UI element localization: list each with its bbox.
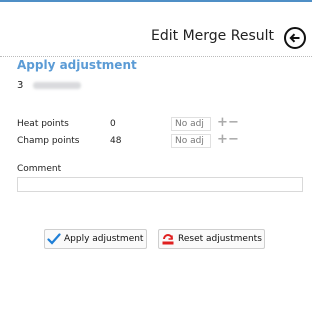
heat-points-adjust-input[interactable]: No adj	[171, 117, 211, 131]
header-divider	[0, 56, 312, 57]
apply-adjustment-label: Apply adjustment	[64, 234, 144, 244]
record-line: 3	[17, 80, 82, 91]
minus-icon[interactable]: −	[228, 116, 239, 129]
page-title: Edit Merge Result	[151, 28, 274, 44]
champ-points-label: Champ points	[17, 136, 80, 146]
plus-icon[interactable]: +	[217, 133, 228, 146]
apply-adjustment-button[interactable]: Apply adjustment	[44, 229, 147, 249]
back-button[interactable]	[284, 27, 306, 49]
champ-points-adjust-input[interactable]: No adj	[171, 134, 211, 148]
reset-adjustments-label: Reset adjustments	[178, 234, 262, 244]
reset-icon	[161, 231, 175, 247]
heat-points-label: Heat points	[17, 119, 69, 129]
champ-points-value: 48	[110, 136, 122, 146]
comment-label: Comment	[17, 164, 62, 174]
header: Edit Merge Result	[0, 24, 312, 52]
top-accent-line	[0, 0, 312, 2]
plus-icon[interactable]: +	[217, 116, 228, 129]
comment-input[interactable]	[17, 177, 303, 192]
reset-adjustments-button[interactable]: Reset adjustments	[158, 229, 265, 249]
minus-icon[interactable]: −	[228, 133, 239, 146]
arrow-left-circle-icon	[289, 33, 300, 43]
section-title: Apply adjustment	[17, 58, 137, 72]
heat-points-value: 0	[110, 119, 116, 129]
record-name-redacted	[33, 82, 82, 89]
checkmark-icon	[47, 231, 61, 247]
record-number: 3	[17, 80, 24, 91]
